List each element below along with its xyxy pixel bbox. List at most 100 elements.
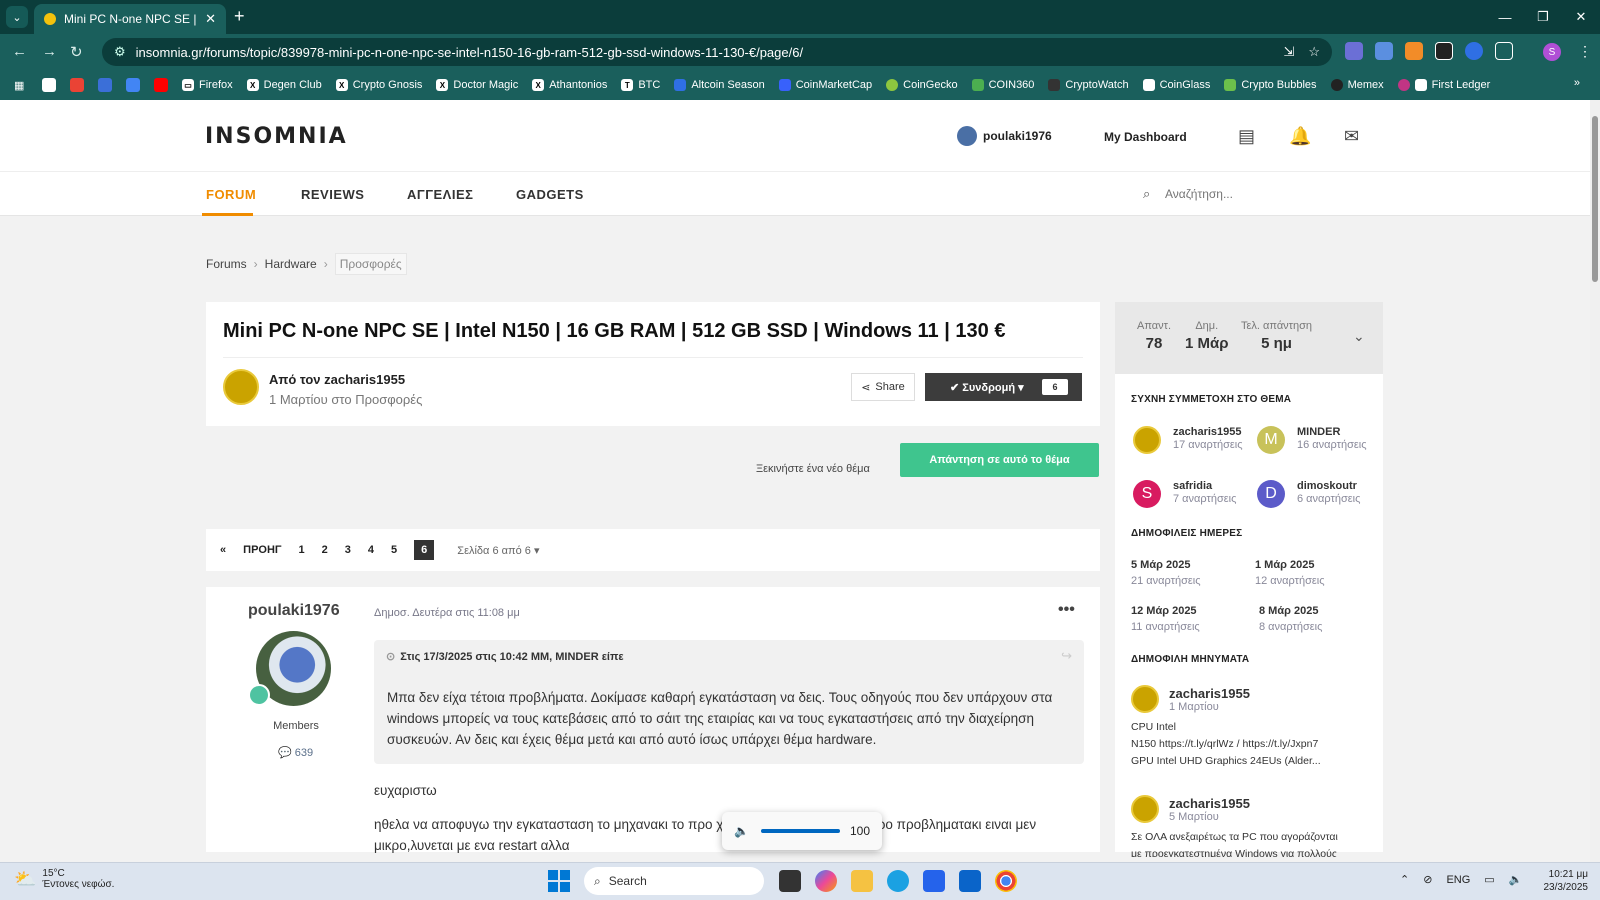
extension-2-icon[interactable] — [1375, 42, 1393, 60]
weather-widget[interactable]: ⛅ 15°C Έντονες νεφώσ. — [14, 868, 114, 890]
bookmark-coin360[interactable]: COIN360 — [971, 79, 1034, 91]
participant[interactable]: S safridia 7 αναρτήσεις — [1133, 480, 1236, 508]
gmail-bookmark-icon[interactable] — [70, 78, 84, 92]
nav-reviews[interactable]: REVIEWS — [301, 187, 364, 202]
bookmark-firefox[interactable]: ▭ Firefox — [182, 79, 233, 91]
metamask-icon[interactable] — [1405, 42, 1423, 60]
outlook-icon[interactable] — [959, 870, 981, 892]
network-icon[interactable]: ⊘ — [1423, 873, 1432, 886]
bookmark-degen-club[interactable]: X Degen Club — [246, 79, 322, 91]
site-logo[interactable]: INSOMNIA — [205, 124, 348, 149]
popular-post[interactable]: zacharis1955 5 Μαρτίου Σε ΟΛΑ ανεξαιρέτως… — [1131, 795, 1367, 857]
minimize-icon[interactable]: — — [1486, 0, 1524, 34]
collapse-icon[interactable]: ⊙ — [386, 651, 395, 663]
post-author[interactable]: poulaki1976 — [248, 602, 340, 620]
translate-bookmark-icon[interactable] — [126, 78, 140, 92]
outlook-bookmark-icon[interactable] — [98, 78, 112, 92]
extensions-puzzle-icon[interactable] — [1495, 42, 1513, 60]
breadcrumb-forums[interactable]: Forums — [206, 257, 247, 271]
popular-post[interactable]: zacharis1955 1 Μαρτίου CPU Intel N150 http… — [1131, 685, 1367, 770]
site-info-icon[interactable]: ⚙ — [114, 44, 126, 60]
prev-page-link[interactable]: ΠΡΟΗΓ — [243, 544, 281, 556]
new-tab-button[interactable]: + — [234, 6, 245, 27]
topic-author[interactable]: Από τον zacharis1955 — [269, 372, 405, 387]
bookmark-crypto-bubbles[interactable]: Crypto Bubbles — [1224, 79, 1317, 91]
close-tab-icon[interactable]: ✕ — [205, 11, 216, 27]
bookmark-athantonios[interactable]: X Athantonios — [532, 79, 607, 91]
post-count[interactable]: 💬 639 — [278, 746, 313, 759]
page-3-link[interactable]: 3 — [345, 544, 351, 556]
participant[interactable]: zacharis1955 17 αναρτήσεις — [1133, 426, 1253, 454]
notifications-bell-icon[interactable]: 🔔 — [1289, 126, 1311, 147]
breadcrumb-offers[interactable]: Προσφορές — [334, 253, 407, 275]
post-date[interactable]: Δημοσ. Δευτέρα στις 11:08 μμ — [374, 607, 520, 619]
participant[interactable]: M MINDER 16 αναρτήσεις — [1257, 426, 1377, 454]
newsfeed-icon[interactable]: ▤ — [1238, 126, 1255, 147]
tab-search-dropdown[interactable]: ⌄ — [6, 6, 28, 28]
youtube-bookmark-icon[interactable] — [154, 78, 168, 92]
nav-aggelies[interactable]: ΑΓΓΕΛΙΕΣ — [407, 187, 473, 202]
copilot-icon[interactable] — [815, 870, 837, 892]
input-language[interactable]: ENG — [1446, 874, 1470, 886]
volume-icon[interactable]: 🔈 — [1509, 873, 1523, 886]
bookmark-doctor-magic[interactable]: X Doctor Magic — [436, 79, 518, 91]
extension-5-icon[interactable] — [1465, 42, 1483, 60]
reload-icon[interactable]: ↻ — [70, 43, 83, 61]
messages-envelope-icon[interactable]: ✉ — [1344, 126, 1359, 147]
bookmark-coingecko[interactable]: CoinGecko — [886, 79, 958, 91]
participant[interactable]: D dimoskoutr 6 αναρτήσεις — [1257, 480, 1360, 508]
dashboard-link[interactable]: My Dashboard — [1104, 130, 1187, 144]
quote-link-icon[interactable]: ↪ — [1061, 648, 1072, 664]
first-page-link[interactable]: « — [220, 544, 226, 556]
breadcrumb-hardware[interactable]: Hardware — [265, 257, 317, 271]
forward-icon[interactable]: → — [42, 43, 57, 60]
popular-day[interactable]: 8 Μάρ 2025 8 αναρτήσεις — [1259, 605, 1322, 633]
profile-avatar[interactable]: S — [1543, 43, 1561, 61]
search-icon[interactable]: ⌕ — [1143, 186, 1150, 202]
bookmark-crypto-gnosis[interactable]: X Crypto Gnosis — [335, 79, 422, 91]
extension-1-icon[interactable] — [1345, 42, 1363, 60]
google-bookmark-icon[interactable] — [42, 78, 56, 92]
reply-button[interactable]: Απάντηση σε αυτό το θέμα — [900, 443, 1099, 477]
display-icon[interactable]: ▭ — [1484, 873, 1494, 886]
start-button[interactable] — [548, 870, 570, 892]
close-window-icon[interactable]: ✕ — [1562, 0, 1600, 34]
speaker-icon[interactable]: 🔈 — [734, 824, 749, 838]
system-clock[interactable]: 10:21 μμ 23/3/2025 — [1540, 868, 1589, 894]
apps-grid-icon[interactable]: ▦ — [14, 79, 28, 92]
back-icon[interactable]: ← — [12, 43, 27, 60]
file-explorer-icon[interactable] — [851, 870, 873, 892]
page-1-link[interactable]: 1 — [299, 544, 305, 556]
search-input[interactable] — [1165, 182, 1385, 206]
scrollbar-thumb[interactable] — [1592, 116, 1598, 282]
bookmark-btc[interactable]: T BTC — [621, 79, 660, 91]
chevron-down-icon[interactable]: ⌄ — [1353, 328, 1365, 345]
popular-day[interactable]: 12 Μάρ 2025 11 αναρτήσεις — [1131, 605, 1200, 633]
chrome-icon[interactable] — [995, 870, 1017, 892]
avatar[interactable] — [223, 369, 259, 405]
new-topic-link[interactable]: Ξεκινήστε ένα νέο θέμα — [756, 463, 870, 475]
nav-gadgets[interactable]: GADGETS — [516, 187, 584, 202]
nav-forum[interactable]: FORUM — [206, 187, 256, 202]
page-jump-dropdown[interactable]: Σελίδα 6 από 6 ▾ — [457, 544, 539, 557]
post-menu-icon[interactable]: ••• — [1058, 601, 1075, 619]
volume-slider[interactable] — [760, 829, 840, 833]
bookmark-memex[interactable]: Memex — [1330, 79, 1384, 91]
extension-4-icon[interactable] — [1435, 42, 1453, 60]
bookmark-star-icon[interactable]: ☆ — [1308, 44, 1320, 60]
active-tab[interactable]: Mini PC N-one NPC SE | Intel N ✕ — [34, 4, 226, 34]
bookmark-coinglass[interactable]: CoinGlass — [1142, 79, 1210, 91]
share-button[interactable]: ⋖ Share — [851, 373, 915, 401]
browser-menu-icon[interactable]: ⋮ — [1578, 43, 1592, 60]
page-5-link[interactable]: 5 — [391, 544, 397, 556]
popular-day[interactable]: 5 Μάρ 2025 21 αναρτήσεις — [1131, 559, 1201, 587]
task-view-icon[interactable] — [779, 870, 801, 892]
user-menu[interactable]: poulaki1976 — [957, 126, 1052, 146]
bookmark-cryptowatch[interactable]: CryptoWatch — [1048, 79, 1129, 91]
quote-header[interactable]: ⊙ Στις 17/3/2025 στις 10:42 ΜΜ, MINDER εί… — [386, 650, 624, 663]
edge-icon[interactable] — [887, 870, 909, 892]
page-4-link[interactable]: 4 — [368, 544, 374, 556]
taskbar-search[interactable]: ⌕ Search — [584, 867, 764, 895]
more-bookmarks-icon[interactable]: » — [1574, 77, 1580, 89]
bookmark-coinmarketcap[interactable]: CoinMarketCap — [778, 79, 872, 91]
